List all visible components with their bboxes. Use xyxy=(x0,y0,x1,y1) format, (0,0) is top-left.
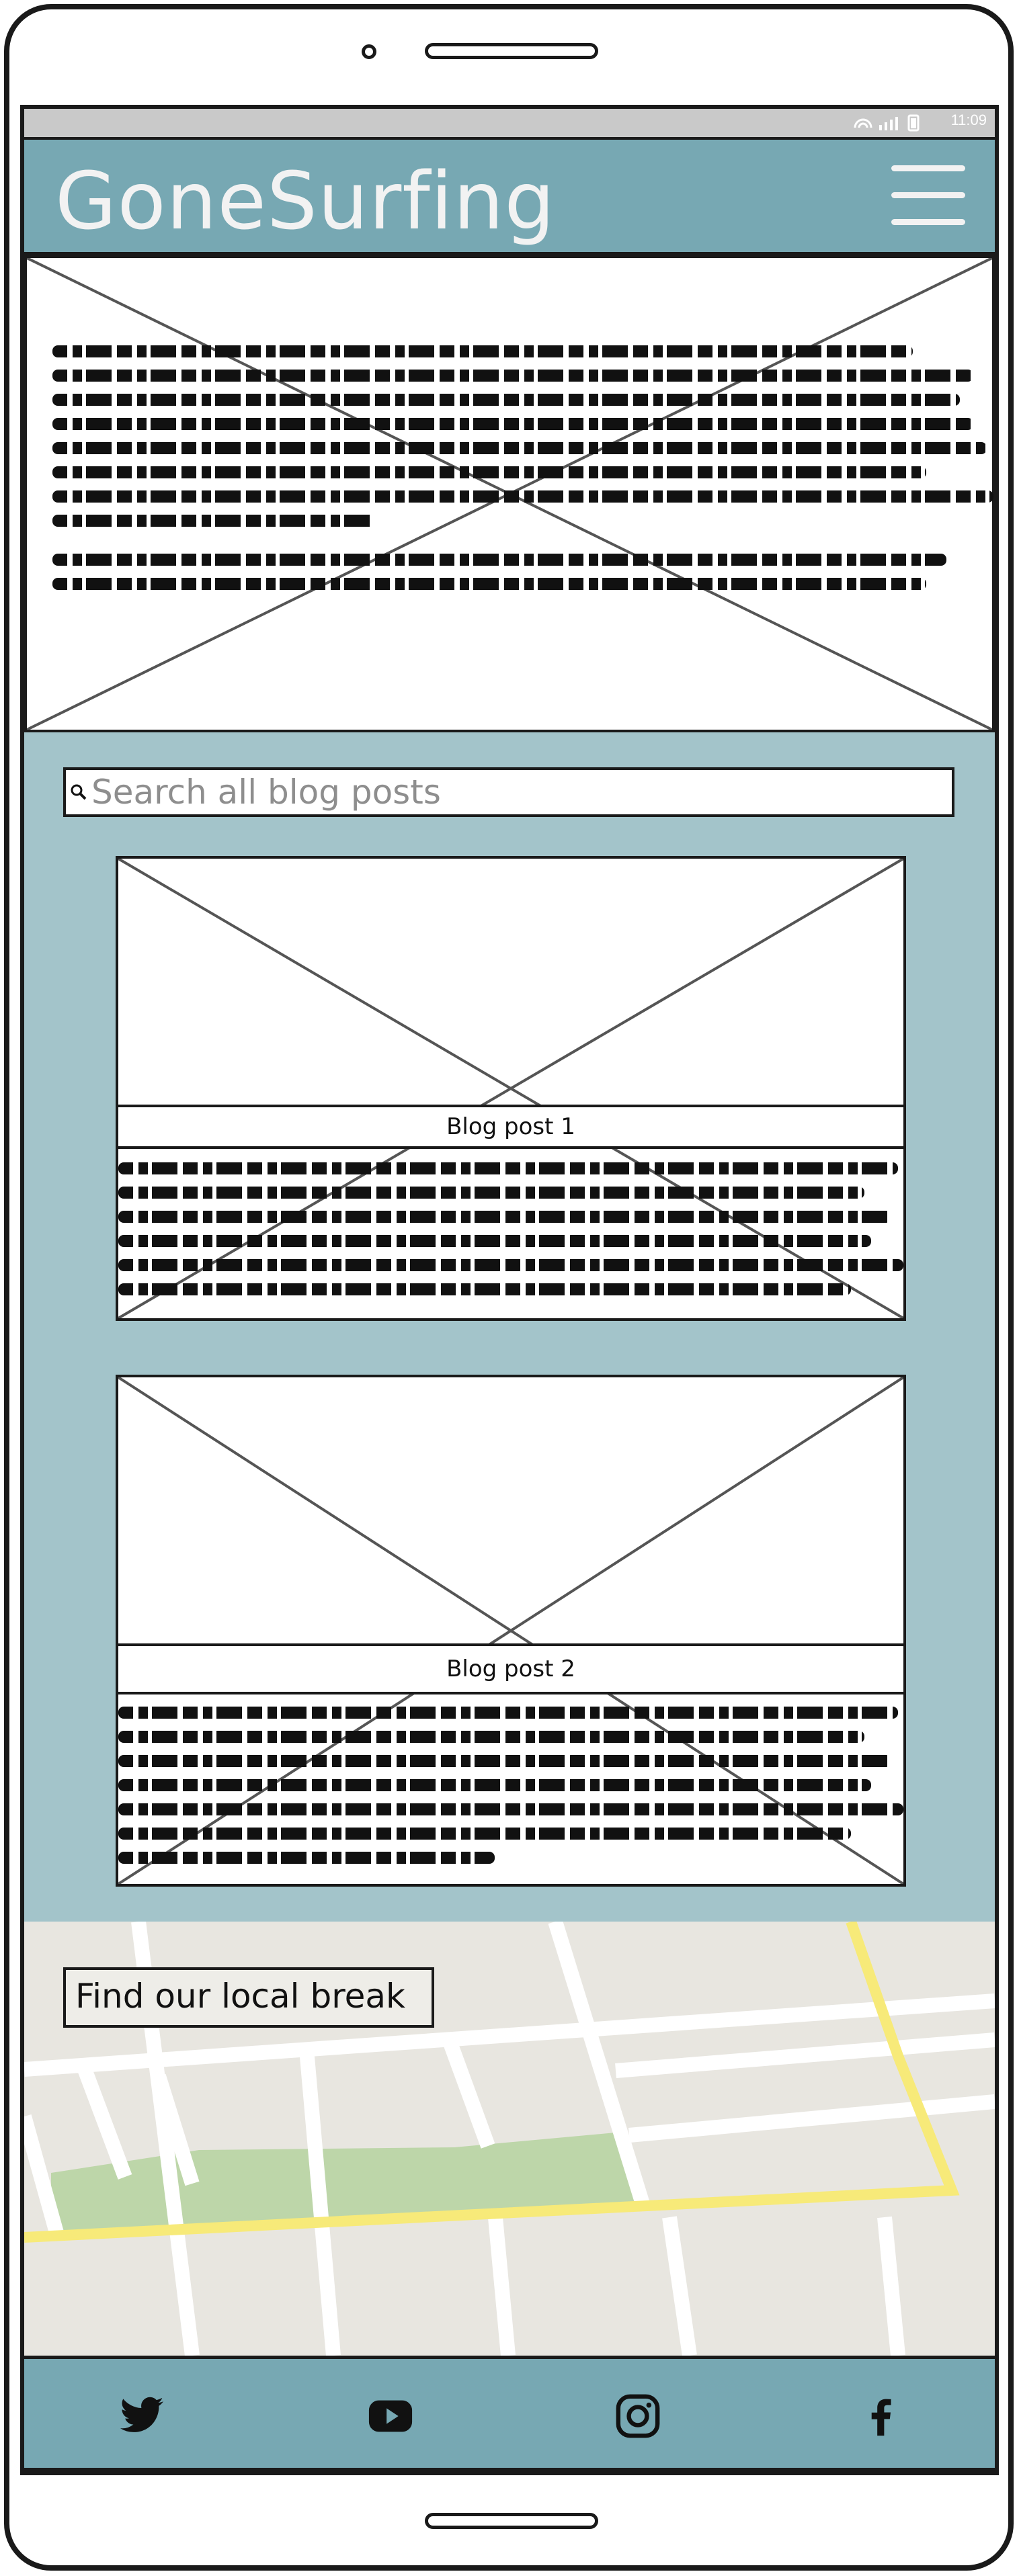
speaker-grille xyxy=(425,43,598,59)
map-widget[interactable]: Find our local break xyxy=(24,1922,995,2356)
instagram-icon[interactable] xyxy=(614,2393,661,2440)
search-icon xyxy=(71,784,87,800)
twitter-icon[interactable] xyxy=(118,2393,165,2440)
facebook-icon[interactable] xyxy=(858,2393,905,2440)
home-button[interactable] xyxy=(425,2513,598,2529)
status-bar: 11:09 xyxy=(24,109,995,137)
signal-battery-icon xyxy=(854,114,920,132)
blog-card[interactable]: Blog post 1 xyxy=(116,856,906,1321)
blog-section: Blog post 1 Blog post 2 xyxy=(24,732,995,1922)
youtube-icon[interactable] xyxy=(367,2393,414,2440)
image-placeholder-icon xyxy=(118,859,903,1318)
blog-card[interactable]: Blog post 2 xyxy=(116,1375,906,1887)
app-header: GoneSurfing xyxy=(24,137,995,255)
brand-logo[interactable]: GoneSurfing xyxy=(55,155,555,247)
hamburger-menu-icon[interactable] xyxy=(891,160,971,230)
blog-post-title[interactable]: Blog post 1 xyxy=(118,1105,903,1149)
hero-image-placeholder xyxy=(24,255,995,732)
status-time: 11:09 xyxy=(950,112,987,128)
social-footer xyxy=(24,2356,995,2471)
map-label[interactable]: Find our local break xyxy=(63,1967,434,2028)
blog-post-title[interactable]: Blog post 2 xyxy=(118,1643,903,1694)
camera-icon xyxy=(362,44,376,59)
search-bar[interactable] xyxy=(63,767,954,817)
search-input[interactable] xyxy=(91,770,945,814)
